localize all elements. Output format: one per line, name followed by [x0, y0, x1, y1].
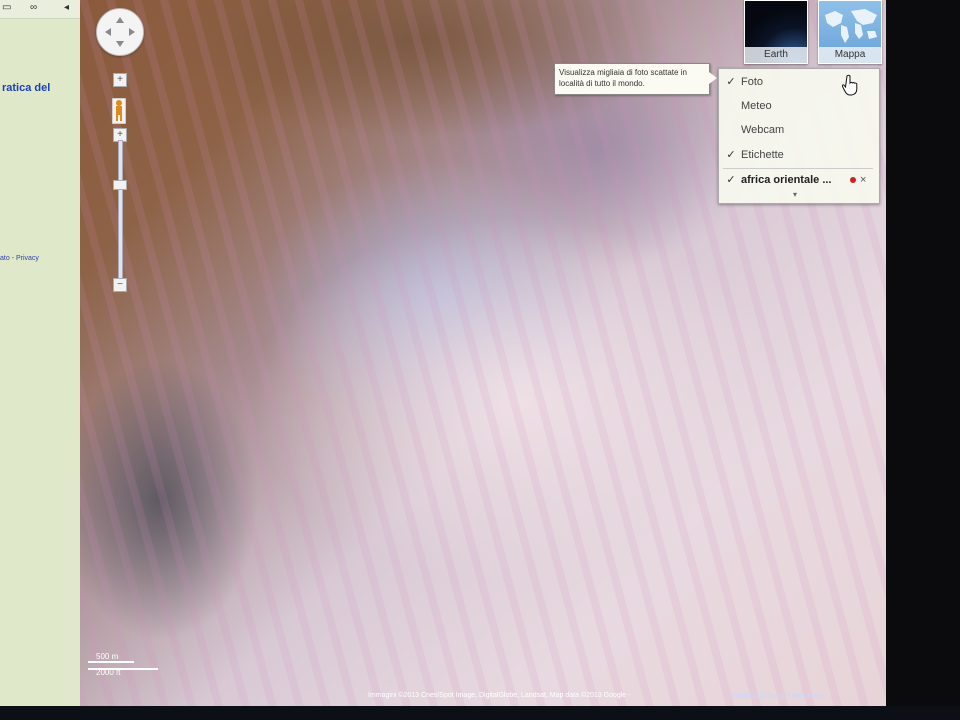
zoom-slider-handle[interactable] [113, 180, 127, 190]
left-panel: ▭ ∞ ◂ ratica del ato - Privacy [0, 0, 81, 706]
layer-item-custom[interactable]: ✓ africa orientale ... × [719, 169, 879, 191]
layer-item-webcam[interactable]: Webcam [719, 119, 879, 141]
pegman-icon[interactable] [112, 98, 126, 124]
map-view-button[interactable]: Mappa [818, 0, 882, 64]
map-canvas[interactable]: + + − 500 m 2000 ft Earth Mappa Visualiz… [80, 0, 886, 706]
privacy-link[interactable]: ato - Privacy [0, 255, 39, 262]
hand-cursor-icon [842, 74, 858, 96]
check-icon: ✓ [726, 149, 736, 161]
earth-label: Earth [745, 47, 807, 63]
panel-title-fragment[interactable]: ratica del [2, 82, 50, 94]
pan-arrows-icon [105, 17, 135, 47]
scale-imperial: 2000 ft [96, 668, 121, 677]
zoom-in-button[interactable]: + [113, 73, 127, 87]
check-icon: ✓ [726, 76, 736, 88]
panel-toolbar: ▭ ∞ ◂ [0, 0, 80, 19]
print-icon[interactable]: ▭ [2, 3, 14, 13]
layer-item-meteo[interactable]: Meteo [719, 95, 879, 117]
collapse-icon[interactable]: ◂ [64, 3, 76, 13]
screen-bezel [0, 706, 960, 720]
photos-tooltip: Visualizza migliaia di foto scattate in … [554, 63, 717, 95]
layer-color-dot [850, 177, 856, 183]
map-maker-link[interactable]: Modifica in Google Map Maker [732, 693, 827, 700]
earth-view-button[interactable]: Earth [744, 0, 808, 64]
map-attribution: Immagini ©2013 Cnes/Spot Image, DigitalG… [368, 692, 631, 699]
scale-metric: 500 m [96, 652, 119, 661]
link-icon[interactable]: ∞ [30, 3, 42, 13]
pan-control[interactable] [96, 8, 144, 56]
scale-bar: 500 m 2000 ft [86, 652, 166, 680]
close-icon[interactable]: × [860, 169, 866, 191]
zoom-out-button[interactable]: − [113, 278, 127, 292]
check-icon: ✓ [726, 174, 736, 186]
map-label: Mappa [819, 47, 881, 63]
layer-item-etichette[interactable]: ✓ Etichette [719, 144, 879, 166]
expand-menu-icon[interactable]: ▾ [793, 190, 797, 199]
world-map-icon [825, 9, 877, 43]
zoom-slider-track[interactable] [118, 140, 123, 292]
